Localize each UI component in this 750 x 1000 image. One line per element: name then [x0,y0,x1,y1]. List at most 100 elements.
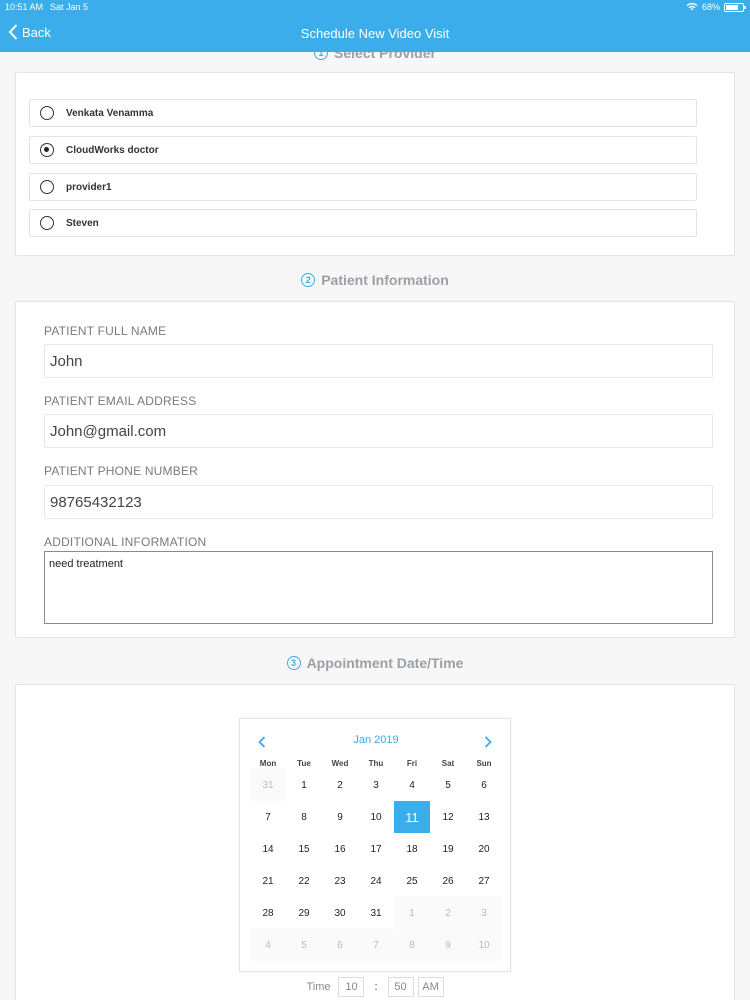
patient-name-label: PATIENT FULL NAME [44,324,167,338]
calendar-day[interactable]: 15 [286,833,322,865]
weekday-label: Wed [331,759,349,768]
patient-email-label: PATIENT EMAIL ADDRESS [44,394,197,408]
status-bar: 10:51 AM Sat Jan 5 68% [0,0,750,14]
calendar-day[interactable]: 9 [322,801,358,833]
provider-label: Venkata Venamma [66,107,154,119]
provider-option[interactable]: CloudWorks doctor [29,136,697,164]
section-header-provider: 1 Select Provider [0,45,750,61]
calendar-next-button[interactable] [480,734,496,750]
ampm-field[interactable]: AM [417,977,444,997]
calendar-day[interactable]: 30 [322,897,358,929]
step-number: 3 [286,656,301,670]
patient-email-input[interactable]: John@gmail.com [44,414,713,448]
battery-percent: 68% [701,2,720,12]
page-title: Schedule New Video Visit [300,26,450,41]
section-title: Patient Information [321,272,449,288]
step-number: 2 [301,273,316,287]
weekday-label: Mon [259,759,277,768]
calendar-day[interactable]: 5 [286,929,322,961]
weekday-label: Sat [441,759,455,768]
calendar-day[interactable]: 10 [466,929,502,961]
calendar-day[interactable]: 2 [322,769,358,801]
calendar-day[interactable]: 17 [358,833,394,865]
calendar-day[interactable]: 12 [430,801,466,833]
weekday-label: Tue [297,759,311,768]
calendar-day[interactable]: 8 [286,801,322,833]
section-header-appointment: 3 Appointment Date/Time [0,655,750,671]
calendar-day[interactable]: 14 [250,833,286,865]
calendar-day[interactable]: 26 [430,865,466,897]
calendar-day[interactable]: 7 [358,929,394,961]
calendar-day[interactable]: 7 [250,801,286,833]
calendar-day[interactable]: 6 [322,929,358,961]
calendar-day[interactable]: 18 [394,833,430,865]
calendar-day[interactable]: 10 [358,801,394,833]
calendar-day-selected[interactable]: 11 [394,801,430,833]
section-title: Select Provider [334,45,436,61]
calendar-day[interactable]: 27 [466,865,502,897]
calendar-day[interactable]: 25 [394,865,430,897]
weekday-label: Fri [406,759,418,768]
calendar-day[interactable]: 13 [466,801,502,833]
chevron-left-icon [258,736,266,748]
patient-phone-input[interactable]: 98765432123 [44,485,713,519]
calendar-day[interactable]: 4 [394,769,430,801]
hour-field[interactable]: 10 [338,977,365,997]
radio-button[interactable] [40,180,54,194]
patient-name-input[interactable]: John [44,344,713,378]
chevron-right-icon [484,736,492,748]
time-separator: : [374,981,378,993]
weekday-header: Mon Tue Wed Thu Fri Sat Sun [250,759,502,768]
step-number: 1 [314,46,329,60]
provider-option[interactable]: Venkata Venamma [29,99,697,127]
calendar-day[interactable]: 29 [286,897,322,929]
calendar-day[interactable]: 5 [430,769,466,801]
section-header-patient: 2 Patient Information [0,272,750,288]
calendar-day[interactable]: 23 [322,865,358,897]
radio-button[interactable] [40,216,54,230]
calendar-day[interactable]: 22 [286,865,322,897]
radio-button-selected[interactable] [40,143,54,157]
calendar-day[interactable]: 3 [358,769,394,801]
weekday-label: Sun [476,759,492,768]
provider-label: CloudWorks doctor [66,144,159,156]
provider-option[interactable]: Steven [29,209,697,237]
status-date: Sat Jan 5 [50,2,89,12]
weekday-label: Thu [368,759,384,768]
calendar-prev-button[interactable] [254,734,270,750]
time-picker: Time 10 : 50 AM [0,977,750,997]
calendar-day[interactable]: 9 [430,929,466,961]
status-time: 10:51 AM [5,2,44,12]
battery-icon [724,2,746,12]
time-label: Time [306,981,331,993]
calendar-day[interactable]: 8 [394,929,430,961]
radio-button[interactable] [40,106,54,120]
calendar-day[interactable]: 2 [430,897,466,929]
patient-phone-label: PATIENT PHONE NUMBER [44,464,199,478]
calendar-day[interactable]: 3 [466,897,502,929]
calendar-day[interactable]: 6 [466,769,502,801]
additional-info-textarea[interactable]: need treatment [44,551,713,624]
calendar-month-label: Jan 2019 [353,734,399,746]
calendar-day[interactable]: 16 [322,833,358,865]
calendar-day[interactable]: 21 [250,865,286,897]
status-right: 68% [686,2,746,12]
calendar-day[interactable]: 31 [250,769,286,801]
section-title: Appointment Date/Time [306,655,464,671]
calendar-day[interactable]: 4 [250,929,286,961]
wifi-icon [686,3,698,11]
calendar-day[interactable]: 19 [430,833,466,865]
provider-option[interactable]: provider1 [29,173,697,201]
provider-label: provider1 [66,181,112,193]
calendar-day[interactable]: 28 [250,897,286,929]
calendar-days-grid: 31 1 2 3 4 5 6 7 8 9 10 11 12 13 14 15 16 17 18 19 20 21 22 23 2… [250,769,502,961]
calendar-day[interactable]: 20 [466,833,502,865]
calendar: Jan 2019 Mon Tue Wed Thu Fri Sat Sun 31 1… [239,718,511,972]
calendar-day[interactable]: 31 [358,897,394,929]
provider-label: Steven [66,217,99,229]
calendar-day[interactable]: 24 [358,865,394,897]
additional-info-label: ADDITIONAL INFORMATION [44,535,207,549]
calendar-day[interactable]: 1 [286,769,322,801]
calendar-day[interactable]: 1 [394,897,430,929]
minute-field[interactable]: 50 [387,977,414,997]
